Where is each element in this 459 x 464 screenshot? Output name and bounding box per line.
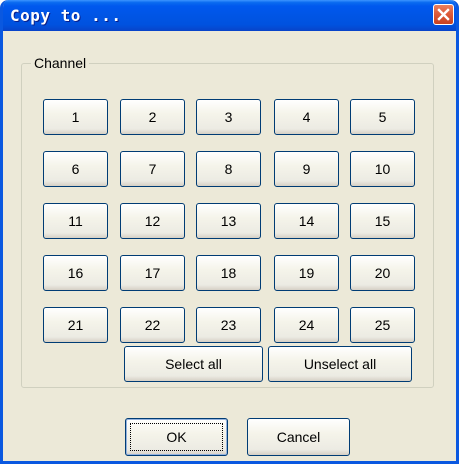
channel-button-12[interactable]: 12 (120, 203, 185, 239)
select-all-button[interactable]: Select all (124, 346, 263, 382)
channel-button-3[interactable]: 3 (196, 99, 261, 135)
channel-button-20[interactable]: 20 (350, 255, 415, 291)
channel-button-9[interactable]: 9 (274, 151, 339, 187)
channel-button-11[interactable]: 11 (43, 203, 108, 239)
ok-button-label: OK (166, 429, 187, 445)
channel-button-1[interactable]: 1 (43, 99, 108, 135)
channel-button-17[interactable]: 17 (120, 255, 185, 291)
channel-button-24[interactable]: 24 (274, 307, 339, 343)
channel-grid: 1 2 3 4 5 6 7 8 9 10 11 12 13 14 15 16 17 18 19 20 21 22 23 24 2… (43, 99, 415, 343)
unselect-all-button[interactable]: Unselect all (268, 346, 412, 382)
channel-group-label: Channel (31, 55, 90, 71)
channel-button-16[interactable]: 16 (43, 255, 108, 291)
channel-button-22[interactable]: 22 (120, 307, 185, 343)
channel-button-23[interactable]: 23 (196, 307, 261, 343)
title-bar[interactable]: Copy to ... (3, 0, 456, 31)
channel-button-13[interactable]: 13 (196, 203, 261, 239)
channel-button-2[interactable]: 2 (120, 99, 185, 135)
close-button[interactable] (433, 4, 454, 25)
close-icon (437, 8, 450, 21)
channel-button-4[interactable]: 4 (274, 99, 339, 135)
channel-button-19[interactable]: 19 (274, 255, 339, 291)
channel-button-15[interactable]: 15 (350, 203, 415, 239)
channel-button-6[interactable]: 6 (43, 151, 108, 187)
channel-button-5[interactable]: 5 (350, 99, 415, 135)
channel-button-14[interactable]: 14 (274, 203, 339, 239)
cancel-button[interactable]: Cancel (247, 418, 350, 456)
channel-button-21[interactable]: 21 (43, 307, 108, 343)
channel-button-10[interactable]: 10 (350, 151, 415, 187)
channel-button-8[interactable]: 8 (196, 151, 261, 187)
channel-button-7[interactable]: 7 (120, 151, 185, 187)
window-title: Copy to ... (10, 6, 122, 25)
channel-button-18[interactable]: 18 (196, 255, 261, 291)
channel-button-25[interactable]: 25 (350, 307, 415, 343)
ok-button[interactable]: OK (125, 418, 228, 456)
